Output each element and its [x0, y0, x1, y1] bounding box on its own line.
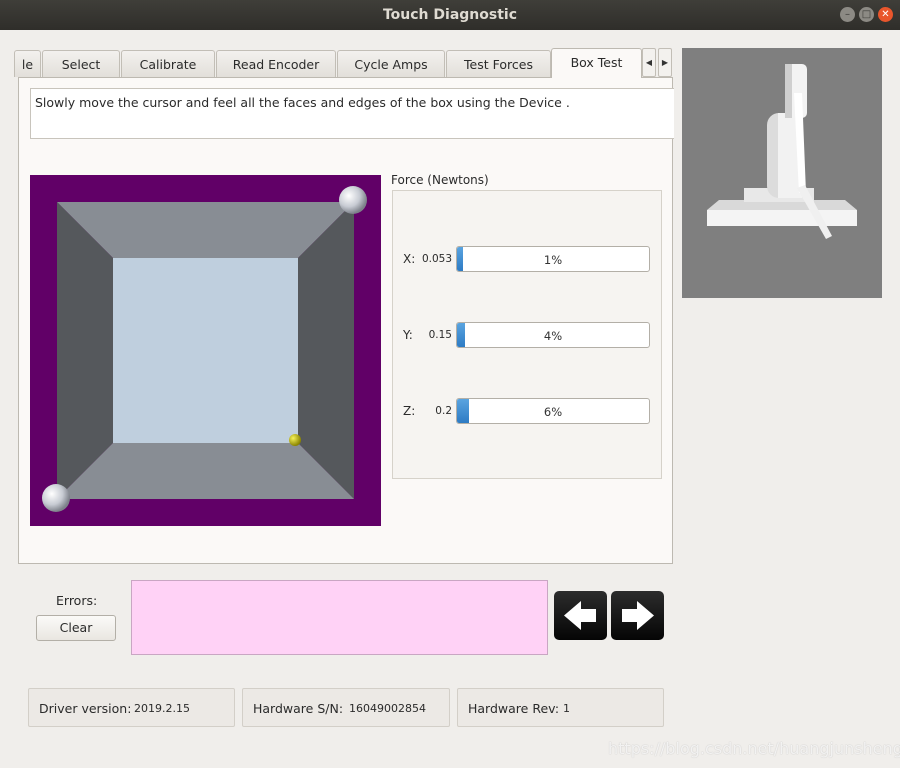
hardware-serial-box: Hardware S/N: 16049002854 — [242, 688, 450, 727]
driver-version-box: Driver version: 2019.2.15 — [28, 688, 235, 727]
tab-scroll-left-icon[interactable]: ◀ — [642, 48, 656, 77]
errors-label: Errors: — [56, 593, 98, 608]
driver-version-value: 2019.2.15 — [134, 702, 190, 715]
hardware-serial-value: 16049002854 — [349, 702, 426, 715]
force-label: Force (Newtons) — [391, 173, 489, 187]
force-row-z: Z: 0.2 6% — [393, 398, 663, 424]
tab-box-test[interactable]: Box Test — [551, 48, 642, 78]
force-y-progress: 4% — [456, 322, 650, 348]
maximize-button[interactable]: □ — [859, 7, 874, 22]
minimize-button[interactable]: – — [840, 7, 855, 22]
device-preview — [682, 48, 882, 298]
force-row-y: Y: 0.15 4% — [393, 322, 663, 348]
tab-cycle-amps[interactable]: Cycle Amps — [337, 50, 445, 77]
instruction-text: Slowly move the cursor and feel all the … — [30, 88, 674, 139]
corner-sphere-top-right — [339, 186, 367, 214]
close-button[interactable]: ✕ — [878, 7, 893, 22]
progress-text: 4% — [543, 329, 563, 343]
force-z-progress: 6% — [456, 398, 650, 424]
hardware-rev-box: Hardware Rev: 1 — [457, 688, 664, 727]
progress-text: 6% — [543, 405, 563, 419]
arrow-right-icon — [622, 601, 654, 630]
window-title: Touch Diagnostic — [382, 7, 517, 23]
force-x-progress: 1% — [456, 246, 650, 272]
box-test-panel: Slowly move the cursor and feel all the … — [18, 77, 674, 564]
next-button[interactable] — [611, 591, 664, 640]
force-value: 0.15 — [428, 329, 452, 341]
arrow-left-icon — [564, 601, 596, 630]
tab-scroll-right-icon[interactable]: ▶ — [658, 48, 672, 77]
axis-label: Y: — [403, 328, 413, 342]
axis-label: Z: — [403, 404, 416, 418]
tab-handle[interactable]: le — [14, 50, 41, 77]
tab-test-forces[interactable]: Test Forces — [446, 50, 551, 77]
axis-label: X: — [403, 252, 416, 266]
force-group: X: 0.053 1% Y: 0.15 4% Z: 0.2 6% — [392, 190, 662, 479]
box-test-viewport[interactable] — [30, 175, 381, 526]
box-inner-face — [113, 258, 298, 443]
hardware-rev-value: 1 — [563, 702, 570, 715]
tab-select[interactable]: Select — [42, 50, 120, 77]
force-value: 0.053 — [421, 253, 452, 265]
tab-calibrate[interactable]: Calibrate — [121, 50, 215, 77]
hardware-rev-label: Hardware Rev: — [468, 701, 560, 716]
tab-read-encoder[interactable]: Read Encoder — [216, 50, 336, 77]
progress-text: 1% — [543, 253, 563, 267]
clear-button[interactable]: Clear — [36, 615, 116, 641]
title-bar: Touch Diagnostic – □ ✕ — [0, 0, 900, 30]
haptic-device-icon — [707, 64, 857, 239]
box-scene — [42, 186, 367, 512]
force-row-x: X: 0.053 1% — [393, 246, 663, 272]
haptic-cursor — [289, 434, 301, 446]
watermark: https://blog.csdn.net/huangjunsheng123 — [608, 739, 900, 758]
tab-bar: le Select Calibrate Read Encoder Cycle A… — [14, 48, 673, 78]
corner-sphere-bottom-left — [42, 484, 70, 512]
previous-button[interactable] — [554, 591, 607, 640]
errors-textbox[interactable] — [131, 580, 548, 655]
driver-version-label: Driver version: — [39, 701, 132, 716]
force-value: 0.2 — [435, 405, 452, 417]
hardware-serial-label: Hardware S/N: — [253, 701, 344, 716]
